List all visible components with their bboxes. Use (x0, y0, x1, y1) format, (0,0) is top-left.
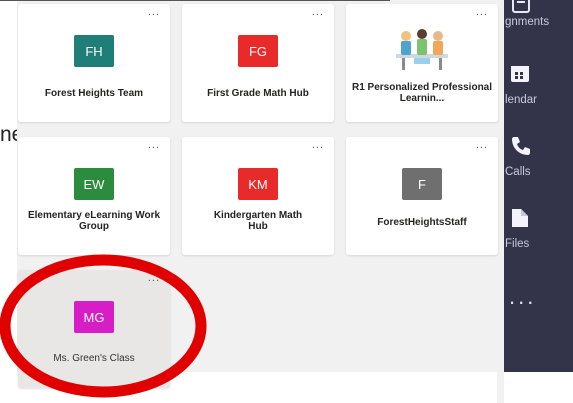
highlight-circle-annotation (0, 254, 207, 398)
teams-app-screenshot: ne gnments lendar Calls Files ... ... FH… (0, 0, 573, 403)
